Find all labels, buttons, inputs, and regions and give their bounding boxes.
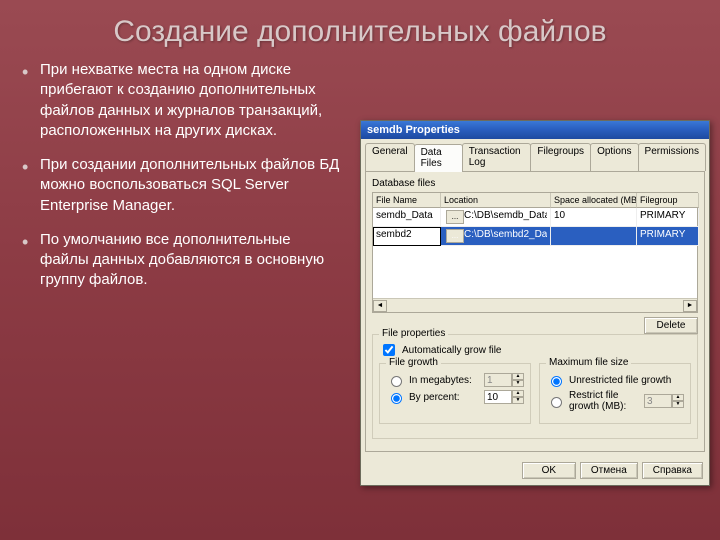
bullet-item: При создании дополнительных файлов БД мо… [40,155,340,216]
cell-location[interactable]: ...C:\DB\sembd2_Data.NDF [441,227,551,246]
horizontal-scrollbar[interactable]: ◄ ► [373,298,697,312]
cell-filename-editing[interactable]: sembd2 [373,227,441,246]
ok-button[interactable]: OK [522,462,576,479]
spin-down-icon[interactable]: ▼ [512,380,524,387]
browse-icon[interactable]: ... [446,210,464,224]
tab-options[interactable]: Options [590,143,638,171]
tab-transaction-log[interactable]: Transaction Log [462,143,532,171]
cell-space[interactable]: 10 [551,208,637,227]
table-row[interactable]: sembd2 ...C:\DB\sembd2_Data.NDF PRIMARY [373,227,697,246]
spin-up-icon[interactable]: ▲ [512,373,524,380]
browse-icon[interactable]: ... [446,229,464,243]
restrict-label: Restrict file growth (MB): [569,390,644,412]
delete-button[interactable]: Delete [644,317,698,334]
file-properties-label: File properties [379,328,448,339]
cell-filegroup[interactable]: PRIMARY [637,208,699,227]
tab-permissions[interactable]: Permissions [638,143,706,171]
cell-filegroup[interactable]: PRIMARY [637,227,699,246]
dialog-title: semdb Properties [367,124,460,136]
unrestricted-label: Unrestricted file growth [569,375,671,386]
growth-percent-spinner[interactable]: ▲▼ [484,390,524,404]
bullet-item: При нехватке места на одном диске прибег… [40,60,340,141]
col-location[interactable]: Location [441,193,551,208]
spin-down-icon[interactable]: ▼ [512,397,524,404]
restrict-spinner[interactable]: ▲▼ [644,394,684,408]
restrict-radio[interactable] [551,397,562,408]
scroll-left-icon[interactable]: ◄ [373,300,387,312]
spin-up-icon[interactable]: ▲ [672,394,684,401]
file-properties-group: File properties Automatically grow file … [372,334,698,439]
file-growth-group: File growth In megabytes: ▲▼ By percent:… [379,363,531,424]
files-grid[interactable]: File Name Location Space allocated (MB) … [372,192,698,313]
max-size-legend: Maximum file size [546,357,631,368]
properties-dialog: semdb Properties General Data Files Tran… [360,120,710,486]
bullet-item: По умолчанию все дополнительные файлы да… [40,230,340,291]
scroll-right-icon[interactable]: ► [683,300,697,312]
cell-space[interactable] [551,227,637,246]
slide-title: Создание дополнительных файлов [0,0,720,60]
col-filename[interactable]: File Name [373,193,441,208]
tab-filegroups[interactable]: Filegroups [530,143,591,171]
growth-mb-radio[interactable] [391,376,402,387]
growth-mb-label: In megabytes: [409,375,472,386]
tab-panel: Database files File Name Location Space … [365,171,705,452]
growth-percent-label: By percent: [409,392,460,403]
spin-up-icon[interactable]: ▲ [512,390,524,397]
cell-location[interactable]: ...C:\DB\semdb_Data.M... [441,208,551,227]
cell-filename[interactable]: semdb_Data [373,208,441,227]
dialog-button-row: OK Отмена Справка [361,456,709,485]
help-button[interactable]: Справка [642,462,703,479]
growth-percent-radio[interactable] [391,393,402,404]
file-growth-legend: File growth [386,357,441,368]
cancel-button[interactable]: Отмена [580,462,638,479]
auto-grow-label: Automatically grow file [402,345,501,356]
max-size-group: Maximum file size Unrestricted file grow… [539,363,691,424]
bullet-list: При нехватке места на одном диске прибег… [20,60,340,305]
tab-data-files[interactable]: Data Files [414,144,463,172]
spin-down-icon[interactable]: ▼ [672,401,684,408]
col-filegroup[interactable]: Filegroup [637,193,699,208]
tabs-row: General Data Files Transaction Log Fileg… [361,139,709,171]
growth-mb-spinner[interactable]: ▲▼ [484,373,524,387]
table-row[interactable]: semdb_Data ...C:\DB\semdb_Data.M... 10 P… [373,208,697,227]
dialog-titlebar[interactable]: semdb Properties [361,121,709,139]
col-space[interactable]: Space allocated (MB) [551,193,637,208]
database-files-label: Database files [372,178,698,189]
auto-grow-checkbox[interactable] [383,344,395,356]
tab-general[interactable]: General [365,143,415,171]
unrestricted-radio[interactable] [551,376,562,387]
